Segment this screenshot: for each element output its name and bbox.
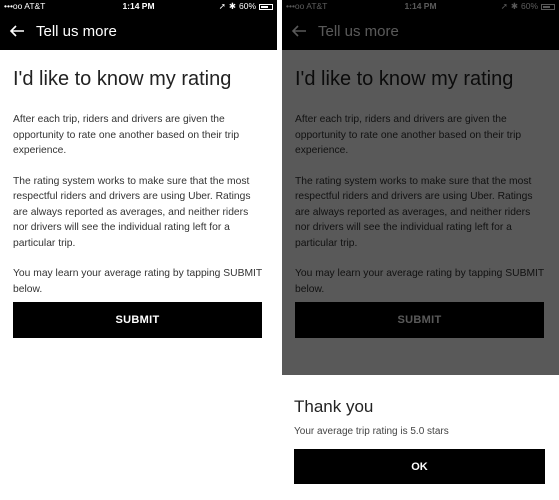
result-dialog: Thank you Your average trip rating is 5.… bbox=[282, 375, 559, 500]
navigation-bar: Tell us more bbox=[0, 13, 277, 50]
ok-button[interactable]: OK bbox=[294, 449, 545, 484]
screen-after-submit: •••oo AT&T 1:14 PM ➚ ✱ 60% Tell us more … bbox=[282, 0, 559, 500]
modal-backdrop bbox=[282, 0, 559, 375]
status-bar: •••oo AT&T 1:14 PM ➚ ✱ 60% bbox=[0, 0, 277, 13]
page-title: Tell us more bbox=[36, 23, 117, 40]
submit-button[interactable]: SUBMIT bbox=[13, 302, 262, 338]
dialog-title: Thank you bbox=[294, 397, 374, 416]
paragraph-intro: After each trip, riders and drivers are … bbox=[13, 114, 240, 156]
screen-before-submit: •••oo AT&T 1:14 PM ➚ ✱ 60% Tell us more … bbox=[0, 0, 277, 500]
paragraph-instructions: You may learn your average rating by tap… bbox=[13, 268, 262, 295]
back-arrow-icon[interactable] bbox=[8, 22, 26, 40]
bluetooth-icon: ✱ bbox=[228, 1, 236, 11]
paragraph-rating-system: The rating system works to make sure tha… bbox=[13, 175, 251, 249]
heading: I'd like to know my rating bbox=[13, 68, 232, 90]
battery-percent: 60% bbox=[238, 1, 256, 11]
location-icon: ➚ bbox=[218, 1, 226, 11]
dialog-message: Your average trip rating is 5.0 stars bbox=[294, 426, 449, 437]
battery-icon bbox=[259, 3, 273, 10]
rating-info-content: I'd like to know my rating After each tr… bbox=[13, 50, 265, 297]
